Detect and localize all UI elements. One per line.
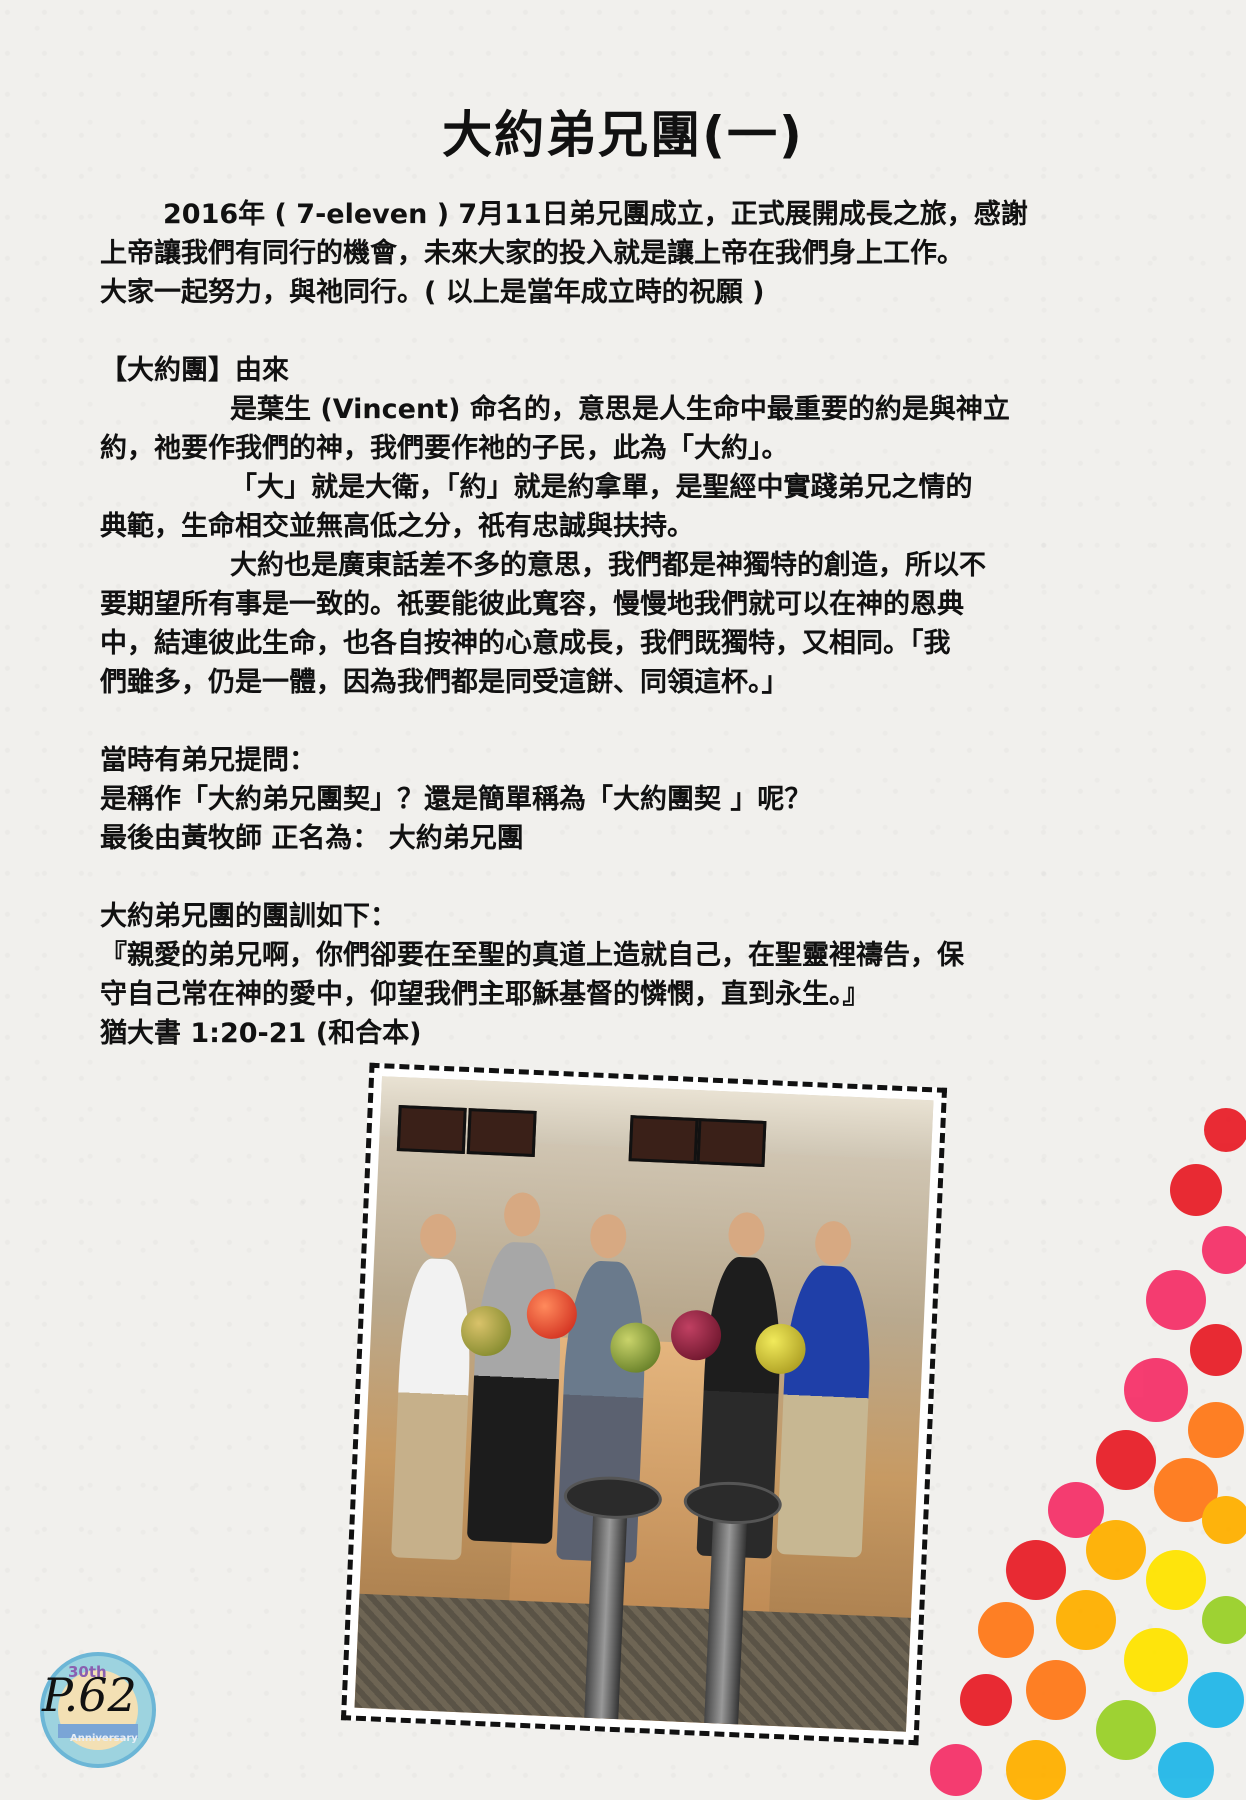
origin-line: 要期望所有事是一致的。祇要能彼此寬容，慢慢地我們就可以在神的恩典: [100, 589, 964, 620]
logo-anniversary-text: Anniversary: [70, 1733, 138, 1744]
origin-line: 「大」就是大衛，「約」就是約拿單，是聖經中實踐弟兄之情的: [230, 472, 973, 503]
bowling-group-photo: [354, 1076, 934, 1732]
intro-line: 大家一起努力，與祂同行。( 以上是當年成立時的祝願 ): [100, 277, 765, 308]
handprint-decoration: [930, 1108, 1246, 1800]
intro-line: 上帝讓我們有同行的機會，未來大家的投入就是讓上帝在我們身上工作。: [100, 238, 964, 269]
page-number: P.62: [42, 1668, 137, 1722]
scripture-reference: 猶大書 1:20-21 (和合本): [100, 1018, 422, 1049]
origin-line: 典範，生命相交並無高低之分，祇有忠誠與扶持。: [100, 511, 694, 542]
naming-line: 是稱作「大約弟兄團契」？還是簡單稱為「大約團契 」呢？: [100, 784, 812, 815]
origin-line: 們雖多，仍是一體，因為我們都是同受這餅、同領這杯。」: [100, 667, 789, 698]
naming-line: 最後由黃牧師 正名為： 大約弟兄團: [100, 823, 524, 854]
origin-line: 中，結連彼此生命，也各自按神的心意成長，我們既獨特，又相同。「我: [100, 628, 951, 659]
group-photo-frame: [340, 1062, 948, 1746]
naming-line: 當時有弟兄提問：: [100, 745, 316, 776]
article-body: 2016年 ( 7-eleven ) 7月11日弟兄團成立，正式展開成長之旅，感…: [100, 195, 1160, 1053]
intro-line: 2016年 ( 7-eleven ) 7月11日弟兄團成立，正式展開成長之旅，感…: [163, 199, 1028, 230]
origin-line: 大約也是廣東話差不多的意思，我們都是神獨特的創造，所以不: [230, 550, 986, 581]
origin-line: 約，祂要作我們的神，我們要作祂的子民，此為「大約」。: [100, 433, 789, 464]
motto-line: 守自己常在神的愛中，仰望我們主耶穌基督的憐憫，直到永生。』: [100, 979, 870, 1010]
motto-line: 大約弟兄團的團訓如下：: [100, 901, 397, 932]
origin-line: 是葉生 (Vincent) 命名的，意思是人生命中最重要的約是與神立: [230, 394, 1010, 425]
origin-heading: 【大約團】由來: [100, 355, 289, 386]
motto-line: 『親愛的弟兄啊，你們卻要在至聖的真道上造就自己，在聖靈裡禱告，保: [100, 940, 964, 971]
page-title: 大約弟兄團(一): [442, 106, 804, 164]
